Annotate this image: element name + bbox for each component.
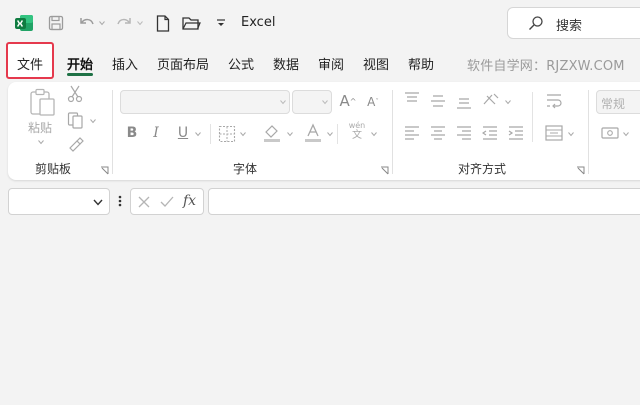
tab-help[interactable]: 帮助 xyxy=(408,54,434,73)
more-options-icon[interactable] xyxy=(117,194,123,208)
tab-review[interactable]: 审阅 xyxy=(318,54,344,73)
accounting-format-icon[interactable] xyxy=(601,126,619,140)
decrease-font-size-icon[interactable]: Aˇ xyxy=(364,92,382,112)
font-launcher-icon[interactable] xyxy=(380,166,389,175)
alignment-group-label: 对齐方式 xyxy=(458,162,507,176)
paste-label[interactable]: 粘贴 xyxy=(28,119,52,136)
copy-icon[interactable] xyxy=(67,111,85,129)
formula-buttons: fx xyxy=(130,188,204,215)
customize-quick-access-icon[interactable] xyxy=(210,12,232,34)
enter-check-icon[interactable] xyxy=(160,196,174,208)
group-separator xyxy=(392,90,393,174)
align-right-icon[interactable] xyxy=(456,126,472,140)
format-painter-icon[interactable] xyxy=(67,136,85,154)
font-color-dropdown-icon[interactable] xyxy=(327,131,333,137)
font-separator xyxy=(210,124,211,144)
number-format-select[interactable]: 常规 xyxy=(596,90,640,114)
tab-view[interactable]: 视图 xyxy=(363,54,389,73)
active-tab-indicator xyxy=(67,73,93,76)
number-format-value: 常规 xyxy=(601,97,626,111)
insert-function-icon[interactable]: fx xyxy=(183,193,196,209)
excel-logo-icon xyxy=(15,15,33,31)
watermark-text: 软件自学网：RJZXW.COM xyxy=(467,59,625,74)
tab-file[interactable]: 文件 xyxy=(17,54,43,73)
top-align-icon[interactable] xyxy=(404,92,420,106)
redo-icon[interactable] xyxy=(113,12,135,34)
bold-icon[interactable]: B xyxy=(124,122,140,144)
tab-formulas[interactable]: 公式 xyxy=(228,54,254,73)
name-box[interactable] xyxy=(8,188,110,215)
undo-icon[interactable] xyxy=(76,12,98,34)
font-name-select[interactable] xyxy=(120,90,290,114)
decrease-indent-icon[interactable] xyxy=(482,126,498,140)
merge-dropdown-icon[interactable] xyxy=(568,131,574,137)
group-separator xyxy=(588,90,589,174)
accounting-dropdown-icon[interactable] xyxy=(623,131,629,137)
phonetic-dropdown-icon[interactable] xyxy=(371,131,377,137)
font-size-dropdown-icon[interactable] xyxy=(322,99,328,105)
search-label: 搜索 xyxy=(556,19,583,34)
open-folder-icon[interactable] xyxy=(180,12,202,34)
font-name-dropdown-icon[interactable] xyxy=(280,99,286,105)
wrap-text-icon[interactable] xyxy=(545,92,563,110)
alignment-separator xyxy=(532,92,533,142)
name-box-dropdown-icon[interactable] xyxy=(93,199,103,206)
tab-insert[interactable]: 插入 xyxy=(112,54,138,73)
save-icon[interactable] xyxy=(45,12,67,34)
orientation-icon[interactable] xyxy=(482,92,502,108)
increase-indent-icon[interactable] xyxy=(508,126,524,140)
search-icon xyxy=(529,16,543,30)
cut-icon[interactable] xyxy=(67,85,83,103)
app-title: Excel xyxy=(241,15,276,30)
undo-dropdown-icon[interactable] xyxy=(99,20,105,26)
new-file-icon[interactable] xyxy=(152,12,174,34)
paste-icon[interactable] xyxy=(28,87,58,117)
merge-center-icon[interactable] xyxy=(545,125,563,141)
copy-dropdown-icon[interactable] xyxy=(90,118,96,124)
middle-align-icon[interactable] xyxy=(430,94,446,108)
tab-home[interactable]: 开始 xyxy=(67,54,93,73)
fill-color-dropdown-icon[interactable] xyxy=(287,131,293,137)
phonetic-guide-icon[interactable]: wén 文 xyxy=(345,121,369,141)
redo-dropdown-icon[interactable] xyxy=(137,20,143,26)
borders-icon[interactable] xyxy=(218,125,236,143)
fill-color-icon[interactable] xyxy=(262,123,282,143)
underline-icon[interactable]: U xyxy=(175,122,191,144)
bottom-align-icon[interactable] xyxy=(456,96,472,110)
italic-icon[interactable]: I xyxy=(148,122,164,144)
align-center-icon[interactable] xyxy=(430,126,446,140)
search-box[interactable]: 搜索 xyxy=(507,7,640,39)
orientation-dropdown-icon[interactable] xyxy=(505,99,511,105)
align-left-icon[interactable] xyxy=(404,126,420,140)
cancel-icon[interactable] xyxy=(138,196,150,208)
underline-dropdown-icon[interactable] xyxy=(195,131,201,137)
clipboard-group-label: 剪贴板 xyxy=(35,162,72,176)
alignment-launcher-icon[interactable] xyxy=(576,166,585,175)
font-separator xyxy=(337,124,338,144)
tab-data[interactable]: 数据 xyxy=(273,54,299,73)
phonetic-bottom-text: 文 xyxy=(352,130,362,141)
font-group-label: 字体 xyxy=(233,162,258,176)
borders-dropdown-icon[interactable] xyxy=(240,131,246,137)
font-color-icon[interactable] xyxy=(303,123,323,143)
formula-input[interactable] xyxy=(208,188,640,215)
title-bar: Excel 搜索 xyxy=(0,0,640,46)
paste-dropdown-icon[interactable] xyxy=(38,139,44,145)
increase-font-size-icon[interactable]: A ^ xyxy=(338,90,358,112)
tab-page-layout[interactable]: 页面布局 xyxy=(157,54,209,73)
group-separator xyxy=(112,90,113,174)
clipboard-launcher-icon[interactable] xyxy=(100,166,109,175)
